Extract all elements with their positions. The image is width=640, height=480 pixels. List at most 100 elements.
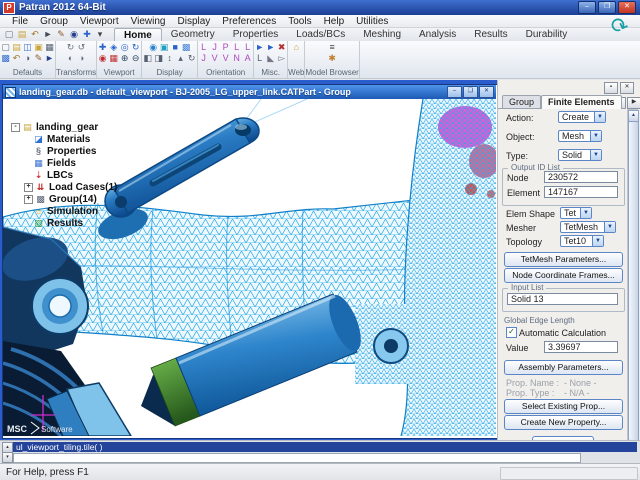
misc-erase-icon[interactable]: ✖ [276, 42, 287, 53]
element-input[interactable]: 147167 [544, 186, 618, 198]
viewport-maximize-button[interactable]: ❏ [463, 86, 478, 98]
spin-view-icon[interactable]: ↻ [130, 42, 141, 53]
type-dropdown[interactable]: Solid▼ [558, 149, 602, 161]
tree-item-group-14[interactable]: +▩Group(14) [11, 193, 161, 205]
view-grid-icon[interactable]: ▦ [108, 53, 119, 64]
command-history-line[interactable]: ul_viewport_tiling.tile( ) [13, 442, 637, 452]
ribbon-tab-analysis[interactable]: Analysis [410, 28, 465, 41]
tree-item-landing-gear[interactable]: -▤landing_gear [11, 121, 161, 133]
misc-fly-icon[interactable]: ▻ [276, 53, 287, 64]
tree-expander-icon[interactable]: + [24, 183, 33, 192]
input-list-field[interactable]: Solid 13 [507, 293, 618, 305]
tree-item-results[interactable]: ▧Results [11, 217, 161, 229]
menu-preferences[interactable]: Preferences [216, 16, 282, 27]
new-file-icon[interactable]: ▢ [3, 29, 15, 40]
undo-icon[interactable]: ↶ [11, 53, 22, 64]
value-input[interactable]: 3.39697 [544, 341, 618, 353]
tree-item-materials[interactable]: ◪Materials [11, 133, 161, 145]
create-new-property-button[interactable]: Create New Property... [504, 415, 623, 430]
tree-expander-icon[interactable]: - [11, 123, 20, 132]
topology-dropdown[interactable]: Tet10▼ [560, 235, 604, 247]
ribbon-tab-geometry[interactable]: Geometry [162, 28, 224, 41]
orient-l1-icon[interactable]: L [198, 42, 209, 53]
select-tool-icon[interactable]: ► [42, 29, 54, 40]
new-db-icon[interactable]: ▢ [0, 42, 11, 53]
solid-display-icon[interactable]: ■ [170, 42, 181, 53]
minimize-button[interactable]: – [578, 1, 596, 14]
web-home-icon[interactable]: ⌂ [291, 42, 302, 53]
tetmesh-parameters-button[interactable]: TetMesh Parameters... [504, 252, 623, 267]
ribbon-tab-results[interactable]: Results [465, 28, 516, 41]
menu-display[interactable]: Display [172, 16, 217, 27]
pan-tool-icon[interactable]: ✚ [81, 29, 93, 40]
orient-n-icon[interactable]: N [231, 53, 242, 64]
model-tools-icon[interactable]: ✱ [327, 53, 338, 64]
shaded-icon[interactable]: ◉ [148, 42, 159, 53]
node-input[interactable]: 230572 [544, 171, 618, 183]
tree-item-properties[interactable]: §Properties [11, 145, 161, 157]
orient-j2-icon[interactable]: J [198, 53, 209, 64]
raise-display-icon[interactable]: ▴ [175, 53, 186, 64]
save-as-icon[interactable]: ▣ [33, 42, 44, 53]
tree-item-simulation[interactable]: ☼Simulation [11, 205, 161, 217]
menu-utilities[interactable]: Utilities [350, 16, 394, 27]
panel-pin-button[interactable]: ▪ [604, 82, 618, 94]
menu-help[interactable]: Help [318, 16, 351, 27]
viewport-close-button[interactable]: ✕ [479, 86, 494, 98]
select-existing-prop-button[interactable]: Select Existing Prop... [504, 399, 623, 414]
brush-icon[interactable]: ✎ [33, 53, 44, 64]
menu-file[interactable]: File [6, 16, 34, 27]
close-button[interactable]: ✕ [618, 1, 636, 14]
save-db-icon[interactable]: ◫ [22, 42, 33, 53]
misc-list-icon[interactable]: L [254, 53, 265, 64]
fit-view-icon[interactable]: ✚ [97, 42, 108, 53]
assembly-parameters-button[interactable]: Assembly Parameters... [504, 360, 623, 375]
wireframe-icon[interactable]: ▣ [159, 42, 170, 53]
model-tree-icon[interactable]: ≡ [327, 42, 338, 53]
node-coordinate-frames-button[interactable]: Node Coordinate Frames... [504, 268, 623, 283]
menu-tools[interactable]: Tools [282, 16, 317, 27]
viewport-canvas[interactable]: MSC Software -▤landing_gear◪Materials§Pr… [3, 99, 496, 436]
history-down-button[interactable]: ▾ [2, 452, 13, 463]
tab-finite-elements[interactable]: Finite Elements [541, 95, 622, 109]
orient-v1-icon[interactable]: V [209, 53, 220, 64]
session-icon[interactable]: ◑ [22, 53, 33, 64]
scrollbar-thumb[interactable] [628, 121, 639, 441]
rotate-tool-icon[interactable]: ◉ [68, 29, 80, 40]
ribbon-tab-meshing[interactable]: Meshing [354, 28, 410, 41]
panel-next-button[interactable]: ▶ [627, 97, 640, 109]
more-dropdown-icon[interactable]: ▾ [94, 29, 106, 40]
tree-expander-icon[interactable]: + [24, 195, 33, 204]
tab-group[interactable]: Group [502, 95, 541, 109]
tree-item-load-cases-1[interactable]: +⇊Load Cases(1) [11, 181, 161, 193]
orient-j1-icon[interactable]: J [209, 42, 220, 53]
brush-tool-icon[interactable]: ✎ [55, 29, 67, 40]
action-dropdown[interactable]: Create▼ [558, 111, 606, 123]
label-right-icon[interactable]: ◨ [153, 53, 164, 64]
tree-item-lbcs[interactable]: ⇣LBCs [11, 169, 161, 181]
panel-close-button[interactable]: ✕ [620, 82, 634, 94]
tree-item-fields[interactable]: ▦Fields [11, 157, 161, 169]
menu-viewport[interactable]: Viewport [74, 16, 125, 27]
viewport-minimize-button[interactable]: – [447, 86, 462, 98]
ribbon-tab-properties[interactable]: Properties [224, 28, 288, 41]
elem-shape-dropdown[interactable]: Tet▼ [560, 207, 592, 219]
view-target-icon[interactable]: ◉ [97, 53, 108, 64]
orient-a-icon[interactable]: A [242, 53, 253, 64]
scale-icon[interactable]: ◑ [76, 53, 87, 64]
mesher-dropdown[interactable]: TetMesh▼ [560, 221, 616, 233]
ribbon-tab-durability[interactable]: Durability [517, 28, 577, 41]
viewport-title-bar[interactable]: landing_gear.db - default_viewport - BJ-… [3, 85, 496, 99]
automatic-calculation-checkbox[interactable]: ✓ [506, 327, 517, 338]
rotate-ccw-icon[interactable]: ↺ [76, 42, 87, 53]
center-view-icon[interactable]: ◈ [108, 42, 119, 53]
misc-angle-icon[interactable]: ◣ [265, 53, 276, 64]
ribbon-tab-home[interactable]: Home [114, 28, 162, 42]
orient-v2-icon[interactable]: V [220, 53, 231, 64]
misc-arrow2-icon[interactable]: ► [265, 42, 276, 53]
orient-l3-icon[interactable]: L [242, 42, 253, 53]
print-icon[interactable]: ▦ [44, 42, 55, 53]
ribbon-tab-loads-bcs[interactable]: Loads/BCs [287, 28, 354, 41]
open-database-icon[interactable]: ▤ [16, 29, 28, 40]
undo-icon[interactable]: ↶ [29, 29, 41, 40]
